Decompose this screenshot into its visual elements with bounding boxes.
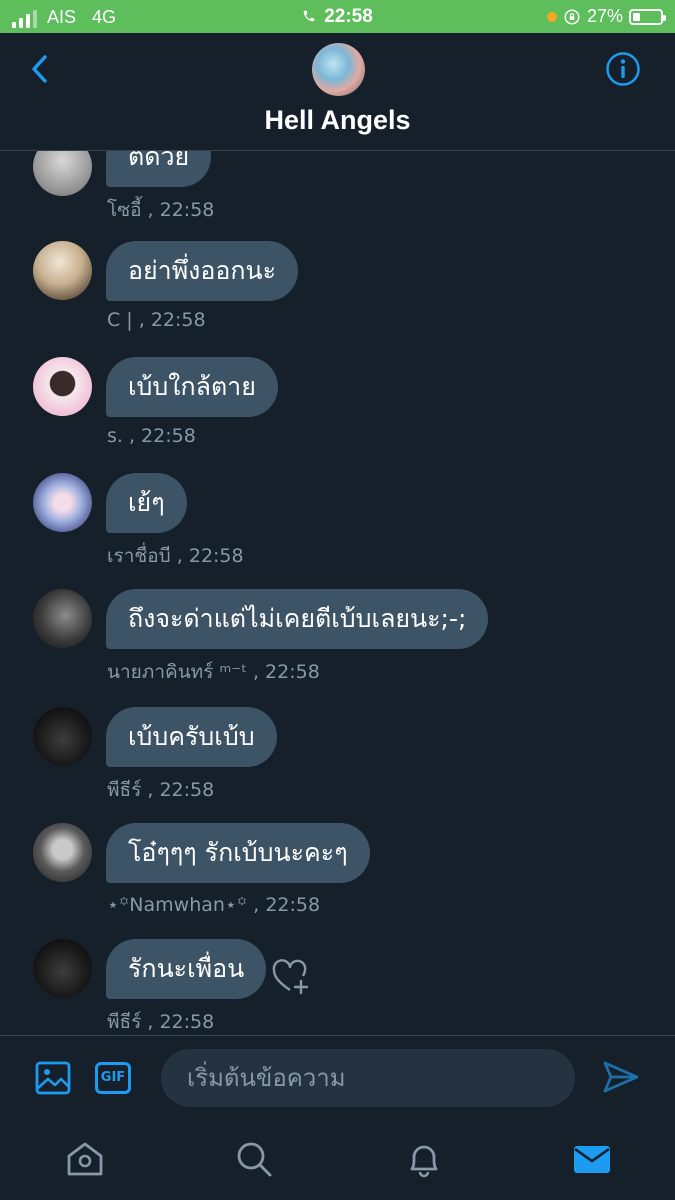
info-icon[interactable] [605, 51, 641, 87]
message-meta: s. , 22:58 [107, 425, 196, 447]
avatar[interactable] [33, 939, 92, 998]
message-bubble[interactable]: เบ้บใกล้ตาย [106, 357, 278, 417]
composer: GIF เริ่มต้นข้อความ [0, 1035, 675, 1124]
heart-plus-icon[interactable] [272, 959, 312, 995]
message-meta: C | , 22:58 [107, 309, 206, 331]
conversation-title: Hell Angels [264, 105, 411, 135]
battery-fill [633, 12, 640, 21]
message-meta: พีธีร์ , 22:58 [107, 1011, 215, 1033]
chevron-left-icon[interactable] [26, 53, 54, 85]
message-item: เบ้บใกล้ตาย s. , 22:58 [0, 357, 675, 462]
message-bubble[interactable]: เบ้บครับเบ้บ [106, 707, 277, 767]
message-meta: นายภาคินทร์ ᵐ⁻ᵗ , 22:58 [107, 661, 320, 683]
avatar[interactable] [33, 241, 92, 300]
conversation-header: Hell Angels [0, 33, 675, 151]
message-bubble[interactable]: ตดวย [106, 151, 212, 187]
message-bubble[interactable]: ถึงจะด่าแต่ไม่เคยตีเบ้บเลยนะ;-; [106, 589, 489, 649]
message-item: รักนะเพื่อน พีธีร์ , 22:58 [0, 939, 675, 1035]
avatar[interactable] [33, 151, 92, 196]
message-item: ถึงจะด่าแต่ไม่เคยตีเบ้บเลยนะ;-; นายภาคิน… [0, 589, 675, 694]
search-icon[interactable] [234, 1139, 274, 1179]
message-item: โอ๋ๆๆๆ รักเบ้บนะคะๆ ⋆꙳Namwhan⋆꙳ , 22:58 [0, 823, 675, 928]
message-input[interactable]: เริ่มต้นข้อความ [161, 1049, 575, 1107]
send-icon[interactable] [602, 1058, 640, 1096]
home-icon[interactable] [65, 1139, 105, 1179]
image-icon[interactable] [35, 1060, 71, 1096]
message-bubble[interactable]: อย่าพึ่งออกนะ [106, 241, 299, 301]
message-meta: เราชื่อบี , 22:58 [107, 545, 244, 567]
message-item: เย้ๆ เราชื่อบี , 22:58 [0, 473, 675, 578]
message-item: เบ้บครับเบ้บ พีธีร์ , 22:58 [0, 707, 675, 812]
message-bubble[interactable]: เย้ๆ [106, 473, 187, 533]
message-item: อย่าพึ่งออกนะ C | , 22:58 [0, 241, 675, 346]
avatar[interactable] [33, 707, 92, 766]
avatar[interactable] [33, 473, 92, 532]
rotation-lock-icon [564, 9, 580, 24]
message-meta: โซอี้ , 22:58 [107, 199, 215, 221]
battery-percent: 27% [586, 6, 623, 26]
mic-indicator-icon [546, 11, 557, 22]
avatar[interactable] [33, 589, 92, 648]
message-meta: พีธีร์ , 22:58 [107, 779, 215, 801]
message-item: ตดวย โซอี้ , 22:58 [0, 151, 675, 232]
phone-icon [303, 10, 315, 22]
avatar[interactable] [33, 357, 92, 416]
message-bubble[interactable]: รักนะเพื่อน [106, 939, 267, 999]
status-right: 27% [546, 6, 666, 27]
message-meta: ⋆꙳Namwhan⋆꙳ , 22:58 [107, 894, 321, 916]
status-bar: AIS 4G 22:58 27% [0, 0, 675, 33]
gif-button[interactable]: GIF [95, 1062, 131, 1094]
status-time: 22:58 [324, 6, 373, 27]
bell-icon[interactable] [404, 1139, 444, 1179]
message-list[interactable]: ตดวย โซอี้ , 22:58 อย่าพึ่งออกนะ C | , 2… [0, 151, 675, 1035]
avatar[interactable] [33, 823, 92, 882]
mail-icon[interactable] [572, 1139, 612, 1179]
group-avatar[interactable] [312, 43, 365, 96]
bottom-nav [0, 1123, 675, 1200]
battery-icon [629, 8, 666, 25]
message-bubble[interactable]: โอ๋ๆๆๆ รักเบ้บนะคะๆ [106, 823, 370, 883]
